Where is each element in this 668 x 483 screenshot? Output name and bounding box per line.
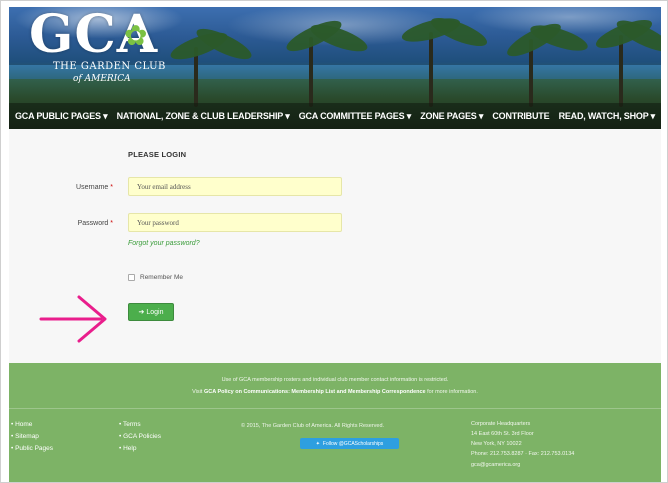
forgot-password-link[interactable]: Forgot your password? xyxy=(128,240,200,247)
nav-read-watch-shop[interactable]: READ, WATCH, SHOP ▾ xyxy=(559,111,656,122)
footer-link-public-pages[interactable]: • Public Pages xyxy=(11,445,53,452)
password-label-wrap: Password * xyxy=(53,220,113,227)
policy-notice-post: for more information. xyxy=(427,389,478,395)
address-line: Corporate Headquarters xyxy=(471,421,531,427)
page-frame: GCA ✿ THE GARDEN CLUB of AMERICA GCA PUB… xyxy=(0,0,668,483)
footer-link-terms[interactable]: • Terms xyxy=(119,421,141,428)
pointer-arrow-icon xyxy=(39,295,107,343)
address-phone: Phone: 212.753.8287 · Fax: 212.753.0134 xyxy=(471,451,575,457)
address-email[interactable]: gca@gcamerica.org xyxy=(471,462,520,468)
site-footer: Use of GCA membership rosters and indivi… xyxy=(9,363,661,482)
nav-committee-pages[interactable]: GCA COMMITTEE PAGES ▾ xyxy=(299,111,412,122)
required-mark: * xyxy=(110,184,113,191)
address-line: 14 East 60th St. 3rd Floor xyxy=(471,431,534,437)
remember-me[interactable]: Remember Me xyxy=(128,274,183,281)
username-label: Username xyxy=(76,184,109,191)
site-header-banner: GCA ✿ THE GARDEN CLUB of AMERICA GCA PUB… xyxy=(9,7,661,129)
nav-contribute[interactable]: CONTRIBUTE xyxy=(492,111,549,121)
login-button-label: Login xyxy=(146,308,164,316)
username-label-wrap: Username * xyxy=(53,184,113,191)
username-input[interactable]: Your email address xyxy=(128,177,342,196)
policy-link[interactable]: GCA Policy on Communications: Membership… xyxy=(204,389,426,395)
footer-link-home[interactable]: • Home xyxy=(11,421,32,428)
main-nav: GCA PUBLIC PAGES ▾ NATIONAL, ZONE & CLUB… xyxy=(9,103,661,129)
twitter-follow-button[interactable]: ✦ Follow @GCAScholarships xyxy=(300,438,399,449)
twitter-icon: ✦ xyxy=(315,440,320,447)
policy-notice-pre: Visit xyxy=(192,389,203,395)
footer-link-sitemap[interactable]: • Sitemap xyxy=(11,433,39,440)
restriction-notice: Use of GCA membership rosters and indivi… xyxy=(221,377,449,383)
login-title: PLEASE LOGIN xyxy=(128,150,187,159)
palm-tree xyxy=(619,35,623,107)
login-button[interactable]: ➔ Login xyxy=(128,303,174,321)
logo-subtitle-2: of AMERICA xyxy=(73,74,131,84)
leaf-icon: ✿ xyxy=(124,20,148,51)
policy-notice: Visit GCA Policy on Communications: Memb… xyxy=(9,389,661,395)
footer-link-help[interactable]: • Help xyxy=(119,445,136,452)
remember-label: Remember Me xyxy=(140,274,183,281)
copyright-text: © 2015, The Garden Club of America. All … xyxy=(241,423,385,429)
footer-divider xyxy=(9,408,661,409)
nav-public-pages[interactable]: GCA PUBLIC PAGES ▾ xyxy=(15,111,108,122)
required-mark: * xyxy=(110,220,113,227)
follow-label: Follow @GCAScholarships xyxy=(322,440,384,447)
palm-tree xyxy=(429,32,433,107)
logo-subtitle: THE GARDEN CLUB xyxy=(53,61,166,72)
nav-zone-pages[interactable]: ZONE PAGES ▾ xyxy=(420,111,483,122)
password-input[interactable]: Your password xyxy=(128,213,342,232)
remember-checkbox[interactable] xyxy=(128,274,135,281)
nav-leadership[interactable]: NATIONAL, ZONE & CLUB LEADERSHIP ▾ xyxy=(117,111,290,122)
footer-link-policies[interactable]: • GCA Policies xyxy=(119,433,161,440)
address-line: New York, NY 10022 xyxy=(471,441,522,447)
password-label: Password xyxy=(77,220,109,227)
sign-in-icon: ➔ xyxy=(138,309,145,316)
gca-logo[interactable]: GCA ✿ THE GARDEN CLUB of AMERICA xyxy=(29,9,165,85)
